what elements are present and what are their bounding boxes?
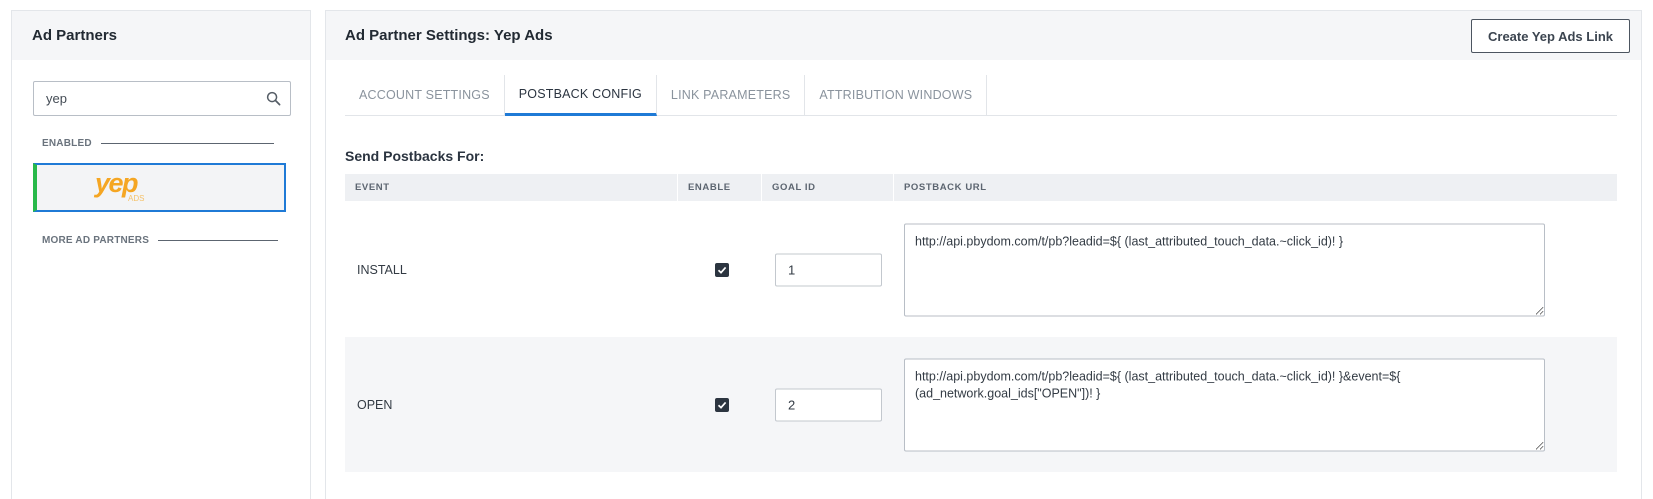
header-postback-url: POSTBACK URL <box>904 182 987 193</box>
settings-title: Ad Partner Settings: Yep Ads <box>345 27 553 44</box>
checkmark-icon <box>717 266 727 274</box>
partner-settings-panel: Ad Partner Settings: Yep Ads Create Yep … <box>325 10 1642 499</box>
event-name: INSTALL <box>357 262 407 277</box>
more-partners-label-text: MORE AD PARTNERS <box>42 235 150 246</box>
tab-account-settings[interactable]: ACCOUNT SETTINGS <box>345 75 505 115</box>
ad-partners-header: Ad Partners <box>12 11 310 60</box>
header-event: EVENT <box>345 174 678 201</box>
send-postbacks-title: Send Postbacks For: <box>345 148 485 164</box>
partner-search-input[interactable] <box>34 82 256 115</box>
more-partners-divider <box>158 240 279 241</box>
enable-checkbox[interactable] <box>715 397 729 412</box>
header-goal-id: GOAL ID <box>762 174 894 201</box>
enable-checkbox[interactable] <box>715 262 729 277</box>
event-cell: INSTALL <box>345 202 678 337</box>
partner-card-yep-ads[interactable]: yep ADS <box>33 163 286 212</box>
more-partners-section-label: MORE AD PARTNERS <box>42 235 279 246</box>
enable-cell <box>678 202 762 337</box>
partner-search-box[interactable] <box>33 81 291 116</box>
postback-url-cell: http://api.pbydom.com/t/pb?leadid=${ (la… <box>894 337 1617 472</box>
tab-attribution-windows[interactable]: ATTRIBUTION WINDOWS <box>805 75 988 115</box>
enabled-section-label: ENABLED <box>42 138 274 149</box>
event-name: OPEN <box>357 397 393 412</box>
event-cell: OPEN <box>345 337 678 472</box>
header-enable: ENABLE <box>678 174 762 201</box>
enable-cell <box>678 337 762 472</box>
checkmark-icon <box>717 401 727 409</box>
enabled-divider <box>100 143 274 144</box>
postback-url-textarea[interactable]: http://api.pbydom.com/t/pb?leadid=${ (la… <box>904 223 1545 316</box>
postback-url-cell: http://api.pbydom.com/t/pb?leadid=${ (la… <box>894 202 1617 337</box>
goal-id-input[interactable] <box>775 388 882 421</box>
tab-postback-config[interactable]: POSTBACK CONFIG <box>504 75 657 116</box>
tab-link-parameters[interactable]: LINK PARAMETERS <box>657 75 806 115</box>
settings-header: Ad Partner Settings: Yep Ads <box>326 11 1641 60</box>
settings-tabs: ACCOUNT SETTINGS POSTBACK CONFIG LINK PA… <box>345 75 1617 116</box>
goal-id-input[interactable] <box>775 253 882 286</box>
logo-subtext: ADS <box>128 194 144 203</box>
ad-partners-title: Ad Partners <box>32 27 118 44</box>
table-row: OPEN http://api.pbydom.com/t/pb?leadid=$… <box>345 337 1617 472</box>
ad-partners-panel: Ad Partners ENABLED yep ADS MORE AD PART… <box>11 10 311 499</box>
postback-url-textarea[interactable]: http://api.pbydom.com/t/pb?leadid=${ (la… <box>904 358 1545 451</box>
search-icon[interactable] <box>256 82 290 115</box>
goal-id-cell <box>762 337 894 472</box>
create-link-button[interactable]: Create Yep Ads Link <box>1471 19 1630 53</box>
postback-table-header: EVENT ENABLE GOAL ID POSTBACK URL <box>345 174 1617 201</box>
table-row: INSTALL http://api.pbydom.com/t/pb?leadi… <box>345 202 1617 337</box>
goal-id-cell <box>762 202 894 337</box>
yep-ads-logo: yep ADS <box>93 168 144 203</box>
enabled-label-text: ENABLED <box>42 138 92 149</box>
